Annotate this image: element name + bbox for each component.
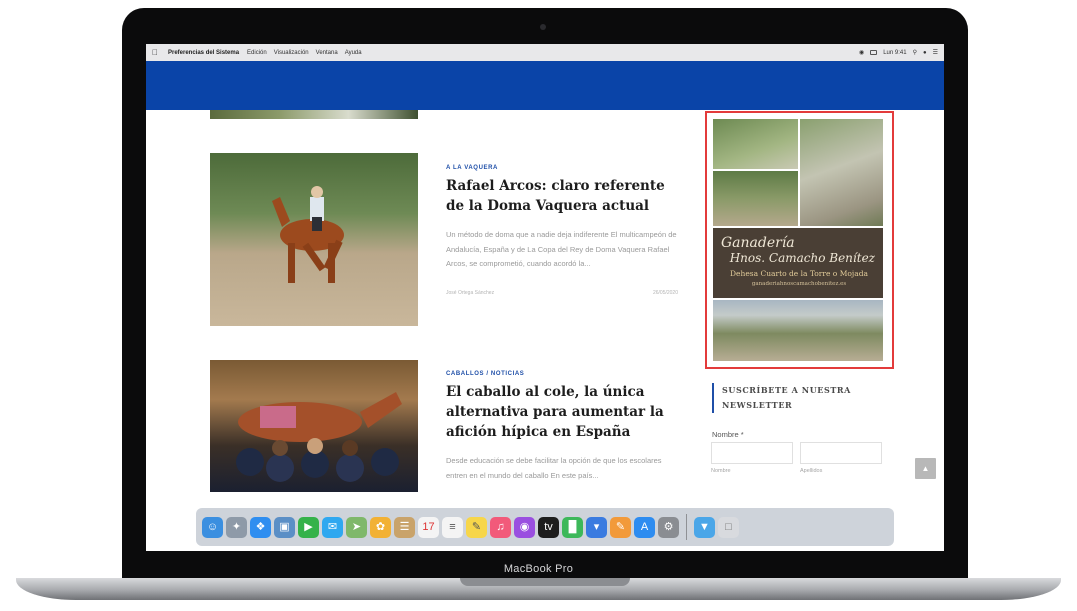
post-title[interactable]: Rafael Arcos: claro referente de la Doma…: [446, 176, 678, 216]
ad-photo-horses-tree: [713, 300, 883, 361]
laptop-opening-notch: [460, 578, 630, 586]
post-author[interactable]: José Ortega Sánchez: [446, 290, 494, 296]
horse-children-illustration: [236, 392, 402, 482]
horse-rider-illustration: [272, 186, 344, 283]
trash-icon[interactable]: □: [718, 516, 739, 538]
camera-icon: [540, 24, 546, 30]
ad-brand-website[interactable]: ganaderiahnoscamachobenitez.es: [721, 280, 877, 289]
keynote-icon[interactable]: ▾: [586, 516, 607, 538]
post-card-rafael-arcos: A LA VAQUERA Rafael Arcos: claro referen…: [446, 165, 678, 296]
post-excerpt: Un método de doma que a nadie deja indif…: [446, 230, 677, 268]
post-card-caballo-al-cole: CABALLOS / NOTICIAS El caballo al cole, …: [446, 371, 678, 483]
facetime-icon[interactable]: ▶: [298, 516, 319, 538]
calendar-icon[interactable]: 17: [418, 516, 439, 538]
photos-icon[interactable]: ✿: [370, 516, 391, 538]
newsletter-name-label: Nombre *: [712, 430, 744, 439]
menu-status-area: ◉ Lun 9:41 ⚲ ● ☰: [859, 49, 938, 57]
previous-post-image[interactable]: [210, 110, 418, 119]
notes-icon[interactable]: ☰: [394, 516, 415, 538]
battery-icon[interactable]: [870, 50, 878, 55]
spotlight-icon[interactable]: ⚲: [913, 49, 917, 56]
ad-photo-mare-foal: [713, 171, 798, 226]
last-name-sublabel: Apellidos: [800, 468, 823, 474]
maps-icon[interactable]: ➤: [346, 516, 367, 538]
siri-icon[interactable]: ●: [923, 50, 927, 56]
menu-item-visualizacion[interactable]: Visualización: [274, 50, 309, 56]
apple-menu-icon[interactable]: : [152, 48, 158, 57]
post-image-caballo-al-cole[interactable]: [210, 360, 418, 492]
menu-app-name[interactable]: Preferencias del Sistema: [168, 50, 239, 56]
podcasts-icon[interactable]: ◉: [514, 516, 535, 538]
system-preferences-icon[interactable]: ⚙: [658, 516, 679, 538]
macos-dock: ☺ ✦ ❖ ▣ ▶ ✉ ➤ ✿ ☰ 17 ≡ ✎ ♫ ◉ tv █ ▾ ✎ A …: [196, 508, 894, 546]
post-image-rafael-arcos[interactable]: [210, 153, 418, 326]
tv-icon[interactable]: tv: [538, 516, 559, 538]
reminders-icon[interactable]: ≡: [442, 516, 463, 538]
app-store-icon[interactable]: A: [634, 516, 655, 538]
post-meta: José Ortega Sánchez 26/05/2020: [446, 290, 678, 296]
control-center-icon[interactable]: ☰: [933, 49, 938, 56]
pages-icon[interactable]: ✎: [610, 516, 631, 538]
numbers-icon[interactable]: █: [562, 516, 583, 538]
post-excerpt: Desde educación se debe facilitar la opc…: [446, 456, 662, 480]
dock-separator: [686, 514, 687, 540]
ad-photo-white-horse: [800, 119, 883, 226]
menu-item-ayuda[interactable]: Ayuda: [345, 50, 362, 56]
scroll-to-top-button[interactable]: ▲: [915, 458, 936, 479]
ad-photo-horses-field: [713, 119, 798, 169]
menu-clock[interactable]: Lun 9:41: [883, 50, 906, 56]
laptop-screen:  Preferencias del Sistema Edición Visua…: [146, 44, 944, 551]
finder-icon[interactable]: ☺: [202, 516, 223, 538]
newsletter-last-name-input[interactable]: [800, 442, 882, 464]
menu-item-edicion[interactable]: Edición: [247, 50, 267, 56]
site-header: [146, 61, 944, 110]
post-title[interactable]: El caballo al cole, la única alternativa…: [446, 382, 678, 442]
ad-brand-panel: Ganadería Hnos. Camacho Benítez Dehesa C…: [713, 228, 883, 298]
newsletter-heading: SUSCRÍBETE A NUESTRA NEWSLETTER: [712, 383, 882, 413]
wifi-icon[interactable]: ◉: [859, 49, 864, 56]
photos-preview-icon[interactable]: ▣: [274, 516, 295, 538]
laptop-stage:  Preferencias del Sistema Edición Visua…: [0, 0, 1077, 611]
first-name-sublabel: Nombre: [711, 468, 731, 474]
sidebar-advertisement[interactable]: Ganadería Hnos. Camacho Benítez Dehesa C…: [705, 111, 894, 369]
stickies-icon[interactable]: ✎: [466, 516, 487, 538]
messages-icon[interactable]: ✉: [322, 516, 343, 538]
post-date: 26/05/2020: [652, 289, 678, 296]
newsletter-first-name-input[interactable]: [711, 442, 793, 464]
post-category[interactable]: CABALLOS / NOTICIAS: [446, 371, 678, 377]
menu-item-ventana[interactable]: Ventana: [316, 50, 338, 56]
post-category[interactable]: A LA VAQUERA: [446, 165, 678, 171]
ad-brand-subtitle: Hnos. Camacho Benítez: [729, 251, 875, 265]
music-icon[interactable]: ♫: [490, 516, 511, 538]
ad-brand-title: Ganadería: [721, 235, 795, 251]
safari-icon[interactable]: ❖: [250, 516, 271, 538]
ad-brand-location: Dehesa Cuarto de la Torre o Mojada: [730, 269, 868, 278]
device-label: MacBook Pro: [503, 563, 574, 575]
launchpad-icon[interactable]: ✦: [226, 516, 247, 538]
downloads-folder-icon[interactable]: ▼: [694, 516, 715, 538]
menu-bar:  Preferencias del Sistema Edición Visua…: [146, 44, 944, 61]
